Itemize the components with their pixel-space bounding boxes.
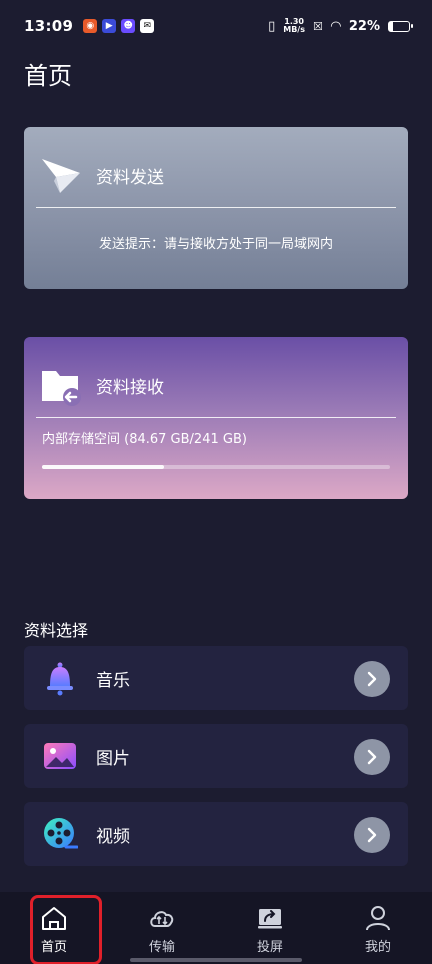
selection-title: 资料选择 [24,621,89,640]
status-bar: 13:09 ◉ ▶ ☻ ✉ ▯ 1.30 MB/s ☒ ◠ 22% [0,0,432,52]
message-app-icon: ✉ [140,19,155,33]
status-right: ▯ 1.30 MB/s ☒ ◠ 22% [268,17,413,34]
nav-item-profile[interactable]: 我的 [324,892,432,964]
storage-info: 内部存储空间 (84.67 GB/241 GB) [42,432,247,447]
screen-cast-icon [258,909,282,929]
nav-label: 我的 [364,940,391,955]
sim-icon: ☒ [313,19,323,33]
list-item-label: 视频 [96,826,130,847]
status-time: 13:09 [24,17,74,35]
battery-percent: 22% [348,18,380,34]
list-item-label: 音乐 [96,670,130,691]
send-card[interactable]: 资料发送 发送提示：请与接收方处于同一局域网内 [24,127,408,289]
battery-fill [389,21,394,31]
send-card-tip: 发送提示：请与接收方处于同一局域网内 [98,237,333,252]
user-icon [366,906,390,931]
send-card-divider [36,207,396,208]
receive-card[interactable]: 资料接收 内部存储空间 (84.67 GB/241 GB) [24,337,408,499]
active-tab-highlight [30,895,102,964]
wifi-icon: ◠ [330,18,341,34]
chevron-right-icon[interactable] [354,661,390,697]
battery-icon [388,20,413,32]
list-item-videos[interactable]: 视频 [24,802,408,866]
receive-card-divider [36,417,396,418]
net-speed: 1.30 MB/s [283,17,305,34]
cloud-transfer-icon [150,911,174,927]
chevron-right-icon[interactable] [354,817,390,853]
vibrate-icon: ▯ [268,18,276,34]
status-app-icons: ◉ ▶ ☻ ✉ [83,19,155,33]
list-item-pictures[interactable]: 图片 [24,724,408,788]
picture-icon [44,743,76,769]
video-app-icon: ▶ [102,19,117,33]
send-card-title: 资料发送 [96,168,164,188]
storage-progress-fill [42,465,164,469]
storage-progress-bar [42,465,390,469]
nav-item-transfer[interactable]: 传输 [108,892,216,964]
bell-music-icon [47,662,73,696]
nav-label: 投屏 [256,940,283,955]
game-app-icon: ☻ [121,19,136,33]
home-indicator [130,958,302,962]
film-reel-icon [44,818,78,849]
paper-plane-icon [42,159,80,193]
notification-app-icon: ◉ [83,19,98,33]
chevron-right-icon[interactable] [354,739,390,775]
list-item-music[interactable]: 音乐 [24,646,408,710]
nav-label: 传输 [148,940,175,955]
page-title: 首页 [24,62,72,90]
folder-receive-icon [42,371,81,406]
receive-card-title: 资料接收 [96,378,164,398]
nav-item-cast[interactable]: 投屏 [216,892,324,964]
list-item-label: 图片 [96,748,130,769]
